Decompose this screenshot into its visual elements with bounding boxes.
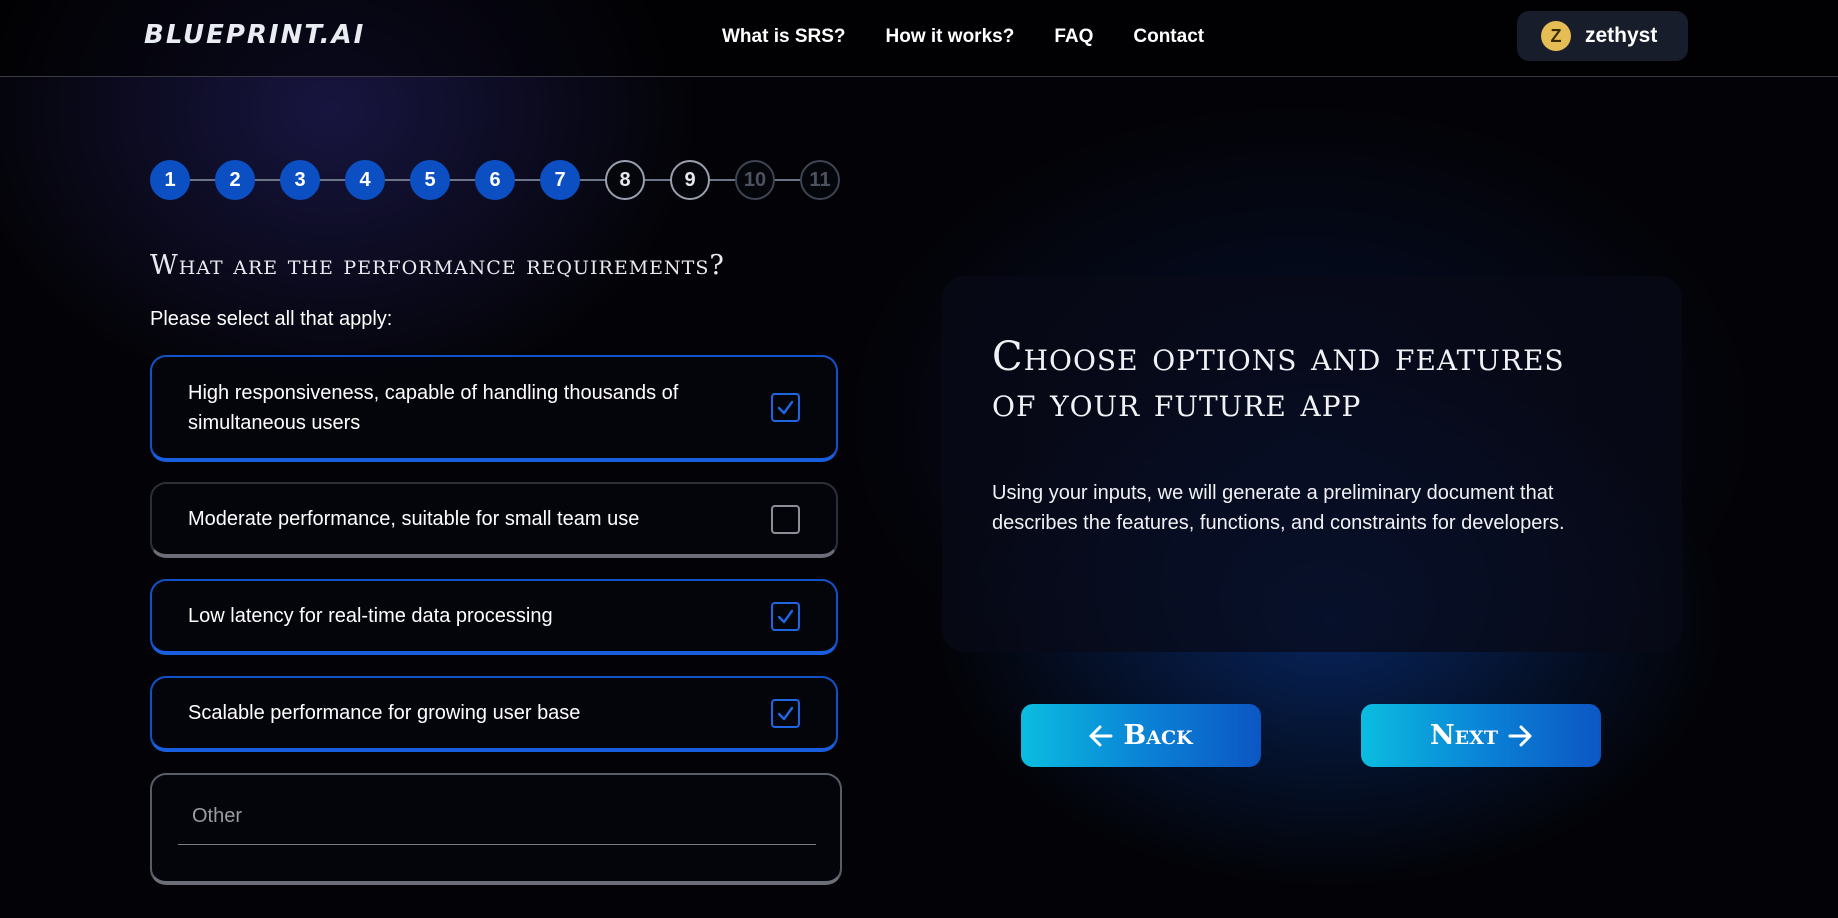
checkmark-icon (777, 400, 794, 415)
question-hint: Please select all that apply: (150, 308, 393, 330)
step-3[interactable]: 3 (280, 160, 320, 200)
option-label: Moderate performance, suitable for small… (188, 508, 640, 530)
checkbox[interactable] (771, 504, 800, 534)
option-label: Low latency for real-time data processin… (188, 605, 553, 627)
step-5[interactable]: 5 (410, 160, 450, 200)
progress-stepper: 1 2 3 4 5 6 7 8 9 10 11 (150, 160, 840, 200)
option-high-responsiveness[interactable]: High responsiveness, capable of handling… (150, 355, 838, 462)
nav-link-what-is-srs[interactable]: What is SRS? (722, 26, 846, 48)
step-2[interactable]: 2 (215, 160, 255, 200)
back-button-label: Back (1123, 720, 1193, 751)
step-8[interactable]: 8 (605, 160, 645, 200)
avatar: Z (1541, 21, 1571, 51)
step-4[interactable]: 4 (345, 160, 385, 200)
other-option-box (150, 773, 842, 885)
main-nav: What is SRS? How it works? FAQ Contact (722, 26, 1204, 48)
username: zethyst (1585, 24, 1658, 47)
page: BLUEPRINT.AI What is SRS? How it works? … (0, 0, 1838, 918)
arrow-left-icon (1089, 725, 1113, 747)
step-9[interactable]: 9 (670, 160, 710, 200)
arrow-right-icon (1508, 725, 1532, 747)
checkbox[interactable] (771, 601, 800, 631)
info-title: Choose options and features of your futu… (992, 334, 1565, 426)
user-menu-button[interactable]: Z zethyst (1517, 11, 1688, 61)
option-label: Scalable performance for growing user ba… (188, 702, 581, 724)
logo[interactable]: BLUEPRINT.AI (144, 20, 365, 50)
option-label: High responsiveness, capable of handling… (188, 381, 679, 434)
option-moderate-performance[interactable]: Moderate performance, suitable for small… (150, 482, 838, 558)
checkmark-icon (777, 609, 794, 623)
info-description: Using your inputs, we will generate a pr… (992, 482, 1565, 534)
step-6[interactable]: 6 (475, 160, 515, 200)
info-card: Choose options and features of your futu… (942, 276, 1682, 652)
nav-link-contact[interactable]: Contact (1133, 26, 1204, 48)
checkbox[interactable] (771, 698, 800, 728)
option-scalable-performance[interactable]: Scalable performance for growing user ba… (150, 676, 838, 752)
top-navbar: BLUEPRINT.AI What is SRS? How it works? … (0, 0, 1838, 77)
nav-link-how-it-works[interactable]: How it works? (886, 26, 1015, 48)
question-title: What are the performance requirements? (150, 250, 725, 281)
step-10[interactable]: 10 (735, 160, 775, 200)
other-input[interactable] (178, 789, 816, 845)
next-button[interactable]: Next (1361, 704, 1601, 767)
option-low-latency[interactable]: Low latency for real-time data processin… (150, 579, 838, 655)
checkbox[interactable] (771, 393, 800, 422)
next-button-label: Next (1429, 720, 1499, 751)
step-11[interactable]: 11 (800, 160, 840, 200)
step-7[interactable]: 7 (540, 160, 580, 200)
back-button[interactable]: Back (1021, 704, 1261, 767)
nav-link-faq[interactable]: FAQ (1054, 26, 1093, 48)
step-1[interactable]: 1 (150, 160, 190, 200)
checkmark-icon (777, 706, 794, 720)
